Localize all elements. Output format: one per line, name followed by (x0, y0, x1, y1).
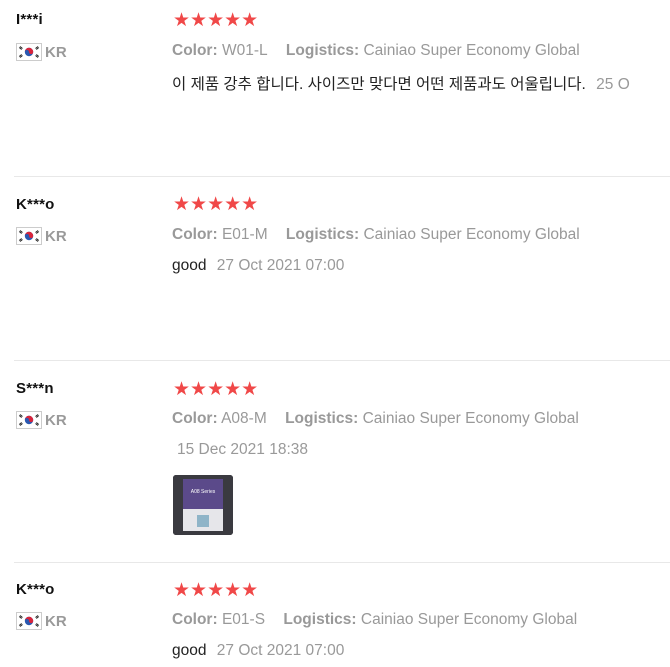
color-value: A08-M (221, 410, 267, 427)
color-value: E01-M (221, 226, 268, 243)
color-label: Color: (172, 611, 218, 628)
star-rating: ★★★★★ (173, 10, 259, 31)
review-meta: Color: W01-L Logistics: Cainiao Super Ec… (172, 42, 580, 60)
reviewer-country: KR (16, 227, 67, 245)
country-code: KR (45, 43, 67, 61)
korea-flag-icon (16, 227, 42, 245)
color-label: Color: (172, 42, 218, 59)
logistics-label: Logistics: (285, 226, 360, 243)
reviewer-country: KR (16, 612, 67, 630)
review-meta: Color: E01-S Logistics: Cainiao Super Ec… (172, 611, 577, 629)
review-meta: Color: E01-M Logistics: Cainiao Super Ec… (172, 226, 580, 244)
review-date: 15 Dec 2021 18:38 (177, 441, 308, 458)
logistics-value: Cainiao Super Economy Global (362, 410, 579, 427)
review-text: good (172, 257, 207, 274)
color-label: Color: (172, 226, 218, 243)
logistics-label: Logistics: (283, 611, 357, 628)
reviewer-country: KR (16, 43, 67, 61)
review-divider (14, 176, 670, 177)
color-label: Color: (172, 410, 218, 427)
product-photo-image: A08 Series (173, 475, 233, 535)
country-code: KR (45, 612, 67, 630)
logistics-label: Logistics: (285, 42, 360, 59)
reviewer-name: I***i (16, 11, 43, 28)
reviewer-name: K***o (16, 581, 55, 598)
photo-label: A08 Series (191, 489, 216, 495)
country-code: KR (45, 227, 67, 245)
reviewer-country: KR (16, 411, 67, 429)
review-content: good 27 Oct 2021 07:00 (172, 642, 344, 660)
color-value: W01-L (221, 42, 268, 59)
star-rating: ★★★★★ (173, 580, 259, 601)
logistics-value: Cainiao Super Economy Global (360, 611, 578, 628)
review-content: 이 제품 강추 합니다. 사이즈만 맞다면 어떤 제품과도 어울립니다. 25 … (172, 72, 630, 94)
review-date: 27 Oct 2021 07:00 (216, 257, 345, 274)
review-meta: Color: A08-M Logistics: Cainiao Super Ec… (172, 410, 579, 428)
country-code: KR (45, 411, 67, 429)
review-photo-thumbnail[interactable]: A08 Series (173, 475, 233, 535)
logistics-value: Cainiao Super Economy Global (363, 226, 580, 243)
review-text: good (172, 642, 207, 659)
logistics-value: Cainiao Super Economy Global (363, 42, 580, 59)
korea-flag-icon (16, 411, 42, 429)
star-rating: ★★★★★ (173, 379, 259, 400)
review-divider (14, 562, 670, 563)
review-content: good 27 Oct 2021 07:00 (172, 257, 344, 275)
logistics-label: Logistics: (285, 410, 359, 427)
korea-flag-icon (16, 612, 42, 630)
korea-flag-icon (16, 43, 42, 61)
review-text: 이 제품 강추 합니다. 사이즈만 맞다면 어떤 제품과도 어울립니다. (172, 76, 586, 93)
review-divider (14, 360, 670, 361)
color-value: E01-S (221, 611, 266, 628)
reviewer-name: S***n (16, 380, 54, 397)
reviewer-name: K***o (16, 196, 55, 213)
review-date: 27 Oct 2021 07:00 (216, 642, 345, 659)
star-rating: ★★★★★ (173, 194, 259, 215)
review-date: 25 O (596, 76, 630, 93)
